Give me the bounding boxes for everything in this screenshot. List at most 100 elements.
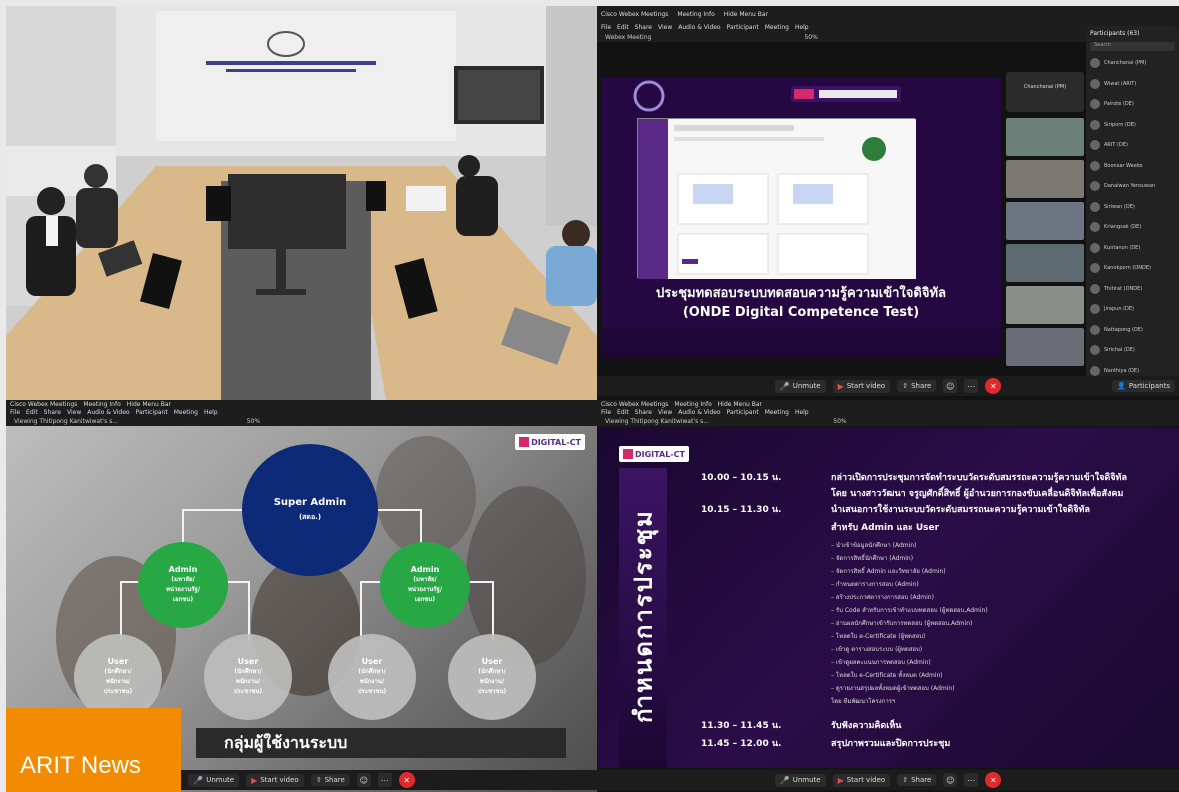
participant-row[interactable]: Kriangsak (DE) <box>1090 217 1175 238</box>
video-thumb[interactable] <box>1006 202 1084 240</box>
share-button[interactable]: ⇧ Share <box>897 380 937 392</box>
menu-hide[interactable]: Hide Menu Bar <box>127 401 171 408</box>
menu-audio-video[interactable]: Audio & Video <box>678 409 720 416</box>
menu-edit[interactable]: Edit <box>617 24 629 31</box>
end-call-icon[interactable]: ✕ <box>398 772 415 788</box>
avatar <box>1090 160 1100 171</box>
menu-edit[interactable]: Edit <box>617 409 629 416</box>
menu-participant[interactable]: Participant <box>727 24 759 31</box>
more-icon[interactable]: ⋯ <box>964 379 979 393</box>
avatar <box>1090 222 1100 233</box>
agenda-subitem: โดย ทีมพัฒนาโครงการฯ <box>831 698 896 705</box>
menu-meeting-info[interactable]: Meeting Info <box>677 11 714 18</box>
person-icon: 👤 <box>1117 382 1126 390</box>
more-icon[interactable]: ⋯ <box>377 773 392 787</box>
self-video-tile[interactable]: Chanchanai (PM) <box>1006 72 1084 112</box>
video-thumbnails: Chanchanai (PM) <box>1006 72 1084 370</box>
participant-row[interactable]: Siriwan (DE) <box>1090 197 1175 218</box>
unmute-button[interactable]: 🎤 Unmute <box>774 773 826 787</box>
participant-row[interactable]: Sirichai (DE) <box>1090 340 1175 361</box>
admin-sub: เอกชน) <box>414 596 436 603</box>
menu-audio-video[interactable]: Audio & Video <box>678 24 720 31</box>
menu-share[interactable]: Share <box>635 409 652 416</box>
menu-meeting[interactable]: Meeting <box>174 409 198 416</box>
menu-meeting[interactable]: Meeting <box>765 24 789 31</box>
menu-file[interactable]: File <box>601 409 611 416</box>
menu-app[interactable]: Cisco Webex Meetings <box>10 401 77 408</box>
agenda-subitem: – นำเข้าข้อมูลนักศึกษา (Admin) <box>831 542 917 549</box>
menu-meeting[interactable]: Meeting <box>765 409 789 416</box>
share-button[interactable]: ⇧ Share <box>310 774 350 786</box>
menu-hide[interactable]: Hide Menu Bar <box>718 401 762 408</box>
menu-share[interactable]: Share <box>44 409 61 416</box>
user-sub: ประชาชน) <box>477 688 507 695</box>
webex-window-bottom-right: Cisco Webex Meetings Meeting Info Hide M… <box>597 400 1179 792</box>
participant-row[interactable]: Kuntanon (DE) <box>1090 238 1175 259</box>
agenda-subitem: – จัดการสิทธิ์ Admin และวิทยาลัย (Admin) <box>831 568 946 575</box>
share-icon: ⇧ <box>902 382 909 390</box>
agenda-subitem: – เข้าดูผลคะแนนการทดสอบ (Admin) <box>831 659 931 666</box>
menu-file[interactable]: File <box>601 24 611 31</box>
video-thumb[interactable] <box>1006 328 1084 366</box>
avatar <box>1090 78 1100 89</box>
menu-file[interactable]: File <box>10 409 20 416</box>
avatar <box>1090 283 1100 294</box>
menu-view[interactable]: View <box>658 409 672 416</box>
participant-row[interactable]: Danaiwan Yensuwan <box>1090 176 1175 197</box>
reactions-icon[interactable]: ☺ <box>943 773 958 787</box>
menu-app[interactable]: Cisco Webex Meetings <box>601 401 668 408</box>
participant-row[interactable]: Nattapong (DE) <box>1090 320 1175 341</box>
participant-row[interactable]: Chanchanai (PM) <box>1090 53 1175 74</box>
menu-meeting-info[interactable]: Meeting Info <box>83 401 120 408</box>
user-sub: (นักศึกษา/ <box>104 668 132 675</box>
super-admin-sub: (สดอ.) <box>298 513 322 521</box>
user-node: User (นักศึกษา/ พนักงาน/ ประชาชน) <box>328 634 416 720</box>
reactions-icon[interactable]: ☺ <box>943 379 958 393</box>
reactions-icon[interactable]: ☺ <box>356 773 371 787</box>
zoom-level[interactable]: 50% <box>833 418 846 425</box>
menu-meeting-info[interactable]: Meeting Info <box>674 401 711 408</box>
menu-app[interactable]: Cisco Webex Meetings <box>601 11 668 18</box>
participant-row[interactable]: Kanokporn (ONDE) <box>1090 258 1175 279</box>
participant-row[interactable]: Boonsar Weeko <box>1090 156 1175 177</box>
end-call-icon[interactable]: ✕ <box>985 772 1002 788</box>
menu-participant[interactable]: Participant <box>136 409 168 416</box>
video-thumb[interactable] <box>1006 286 1084 324</box>
participant-row[interactable]: ARIT (DE) <box>1090 135 1175 156</box>
zoom-level[interactable]: 50% <box>804 34 817 41</box>
participant-row[interactable]: Wiwat (ARIT) <box>1090 74 1175 95</box>
video-thumb[interactable] <box>1006 244 1084 282</box>
participant-row[interactable]: Siriporn (DE) <box>1090 115 1175 136</box>
end-call-icon[interactable]: ✕ <box>985 378 1002 394</box>
more-icon[interactable]: ⋯ <box>964 773 979 787</box>
participants-panel: Participants (63) Search Chanchanai (PM)… <box>1086 26 1179 397</box>
start-video-button[interactable]: ▶ Start video <box>832 379 891 393</box>
participants-search[interactable]: Search <box>1090 42 1175 51</box>
video-thumb[interactable] <box>1006 160 1084 198</box>
participants-title: Participants (63) <box>1090 30 1140 37</box>
agenda-desc: รับฟังความคิดเห็น <box>831 721 902 731</box>
menu-audio-video[interactable]: Audio & Video <box>87 409 129 416</box>
menu-hide[interactable]: Hide Menu Bar <box>724 11 768 18</box>
menu-edit[interactable]: Edit <box>26 409 38 416</box>
menu-share[interactable]: Share <box>635 24 652 31</box>
menu-participant[interactable]: Participant <box>727 409 759 416</box>
unmute-button[interactable]: 🎤 Unmute <box>188 773 240 787</box>
share-button[interactable]: ⇧ Share <box>897 774 937 786</box>
logo: DIGITAL-CT <box>515 434 585 450</box>
start-video-button[interactable]: ▶ Start video <box>246 773 304 787</box>
start-video-button[interactable]: ▶ Start video <box>832 773 891 787</box>
menu-view[interactable]: View <box>67 409 81 416</box>
menu-help[interactable]: Help <box>795 409 809 416</box>
participant-row[interactable]: Jirapun (DE) <box>1090 299 1175 320</box>
unmute-button[interactable]: 🎤 Unmute <box>774 379 826 393</box>
participants-button[interactable]: 👤 Participants <box>1112 380 1175 392</box>
logo-icon <box>519 437 530 447</box>
video-thumb[interactable] <box>1006 118 1084 156</box>
zoom-level[interactable]: 50% <box>247 418 260 425</box>
menu-view[interactable]: View <box>658 24 672 31</box>
participant-row[interactable]: Pairote (DE) <box>1090 94 1175 115</box>
menu-help[interactable]: Help <box>795 24 809 31</box>
menu-help[interactable]: Help <box>204 409 218 416</box>
participant-row[interactable]: Thitirat (ONDE) <box>1090 279 1175 300</box>
